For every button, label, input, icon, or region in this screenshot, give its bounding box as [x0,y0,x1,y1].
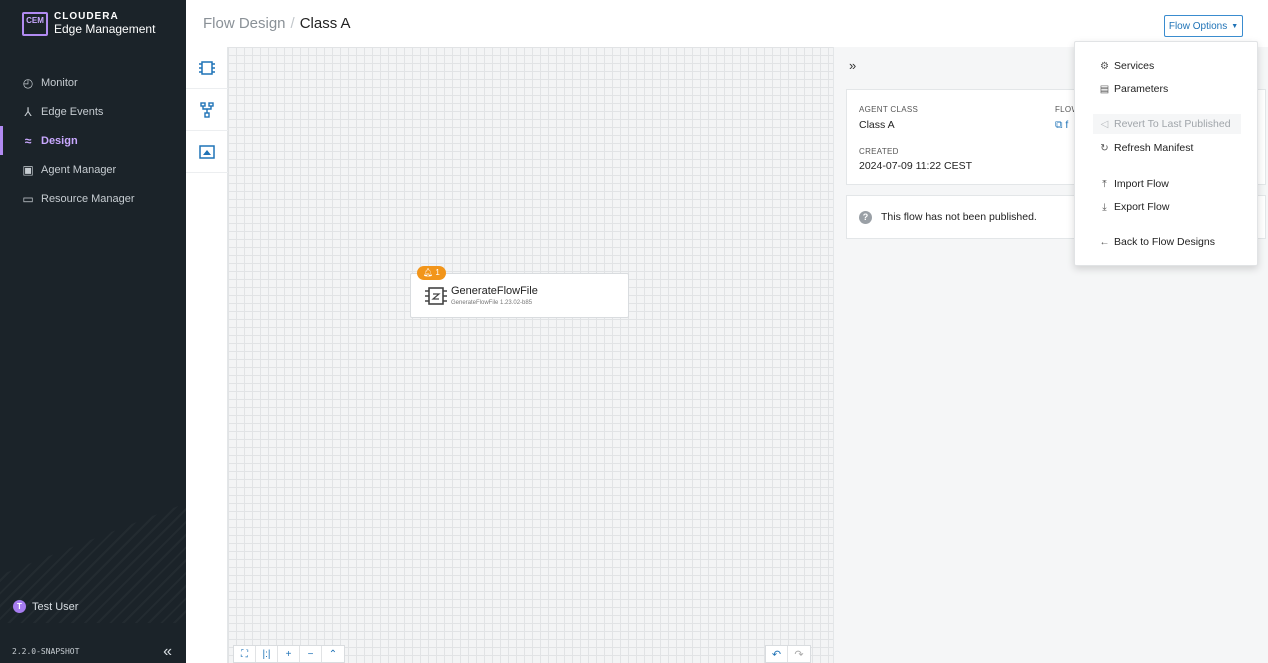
history-controls: ↶ ↷ [765,645,811,663]
revert-icon: ◁ [1100,118,1109,130]
flow-options-label: Flow Options [1168,20,1228,32]
version-bar: 2.2.0-SNAPSHOT « [0,640,186,663]
undo-icon: ↶ [771,648,782,661]
cem-logo-icon: CEM [22,11,48,36]
download-icon: ⤓ [1102,201,1107,213]
chevron-up-icon: ⌃ [328,648,338,660]
actual-size-button[interactable]: |:| [256,646,278,662]
bulletin-count: 1 [435,268,440,277]
processor-icon [199,60,215,75]
processor-node[interactable]: 🔔︎ 1 GenerateFlowFile GenerateFlowFile 1… [410,266,629,318]
flow-options-menu: ⚙ Services ▤ Parameters ◁ Revert To Last… [1074,41,1258,266]
copy-icon: ⧉ [1055,119,1066,131]
add-remote-group-tool[interactable] [186,131,228,173]
agent-class-value: Class A [859,119,895,131]
menu-item-back-to-flow-designs[interactable]: ← Back to Flow Designs [1099,234,1215,250]
processor-name: GenerateFlowFile [451,285,538,297]
expand-panel-icon[interactable]: » [849,58,856,73]
flow-canvas[interactable]: 🔔︎ 1 GenerateFlowFile GenerateFlowFile 1… [228,47,833,663]
refresh-icon: ↻ [1100,142,1109,154]
publish-notice-text: This flow has not been published. [881,211,1037,223]
caret-down-icon: ▼ [1231,22,1239,30]
gear-icon: ⚙ [1100,60,1109,72]
gauge-icon: ◴ [22,75,34,90]
toggle-minimap-button[interactable]: ⌃ [322,646,344,662]
version-label: 2.2.0-SNAPSHOT [12,647,80,656]
menu-item-parameters[interactable]: ▤ Parameters [1099,81,1169,97]
sidebar-item-resource-manager[interactable]: ▭ Resource Manager [0,184,186,213]
actual-size-icon: |:| [262,648,271,660]
breadcrumb-current: Class A [299,15,351,32]
sidebar: CEM CLOUDERA Edge Management ◴ Monitor ⅄… [0,0,186,663]
canvas-controls: ⛶ |:| + − ⌃ [233,645,345,663]
funnel-icon [200,101,214,118]
menu-item-export-flow[interactable]: ⤓ Export Flow [1099,199,1169,215]
created-value: 2024-07-09 11:22 CEST [859,160,973,172]
folder-icon: ▭ [22,191,34,206]
menu-item-revert[interactable]: ◁ Revert To Last Published [1093,114,1241,134]
processor-version: GenerateFlowFile 1.23.02-b85 [451,300,533,306]
arrow-left-icon: ← [1099,236,1110,248]
sidebar-item-label: Monitor [41,76,78,89]
remote-group-icon [199,144,215,159]
avatar: T [13,600,26,613]
sidebar-item-label: Edge Events [41,105,104,118]
user-menu[interactable]: T Test User [13,600,78,613]
breadcrumb: Flow Design / Class A [203,15,351,32]
menu-item-services[interactable]: ⚙ Services [1099,58,1154,74]
collapse-sidebar-icon[interactable]: « [163,643,172,661]
zoom-in-button[interactable]: + [278,646,300,662]
canvas-toolbar [186,47,228,663]
bulletin-badge[interactable]: 🔔︎ 1 [417,266,446,280]
breadcrumb-separator: / [290,15,295,32]
zoom-out-button[interactable]: − [300,646,322,662]
logo-brand: CLOUDERA [54,11,119,22]
processor-icon [425,287,447,305]
sidebar-item-label: Design [41,134,78,147]
sidebar-item-edge-events[interactable]: ⅄ Edge Events [0,97,186,126]
user-name: Test User [32,600,79,613]
app-logo[interactable]: CEM CLOUDERA Edge Management [22,11,155,36]
created-label: CREATED [859,147,899,156]
plus-icon: + [285,648,292,660]
question-icon: ? [859,210,872,224]
page-header: Flow Design / Class A Flow Options ▼ [186,0,1268,47]
add-funnel-tool[interactable] [186,89,228,131]
sidebar-nav: ◴ Monitor ⅄ Edge Events ≈ Design ▣ Agent… [0,68,186,213]
add-processor-tool[interactable] [186,47,228,89]
flow-link[interactable]: ⧉ f [1055,119,1068,132]
menu-item-refresh-manifest[interactable]: ↻ Refresh Manifest [1099,140,1193,156]
minus-icon: − [307,648,314,660]
sidebar-item-label: Resource Manager [41,192,135,205]
sidebar-item-agent-manager[interactable]: ▣ Agent Manager [0,155,186,184]
sidebar-item-design[interactable]: ≈ Design [0,126,186,155]
agent-icon: ▣ [22,162,34,177]
bell-icon: 🔔︎ [423,268,436,277]
flow-options-button[interactable]: Flow Options ▼ [1164,15,1243,37]
redo-button[interactable]: ↷ [788,646,810,662]
person-icon: ⅄ [24,104,32,119]
menu-item-import-flow[interactable]: ⤒ Import Flow [1099,176,1169,192]
undo-button[interactable]: ↶ [766,646,788,662]
sidebar-item-label: Agent Manager [41,163,117,176]
breadcrumb-root[interactable]: Flow Design [203,15,286,32]
parameters-icon: ▤ [1099,83,1110,95]
design-icon: ≈ [24,133,32,148]
fit-to-screen-button[interactable]: ⛶ [234,646,256,662]
sidebar-item-monitor[interactable]: ◴ Monitor [0,68,186,97]
logo-product: Edge Management [54,22,156,36]
upload-icon: ⤒ [1102,178,1107,190]
expand-icon: ⛶ [241,648,248,660]
redo-icon: ↷ [794,648,804,661]
agent-class-label: AGENT CLASS [859,105,919,114]
